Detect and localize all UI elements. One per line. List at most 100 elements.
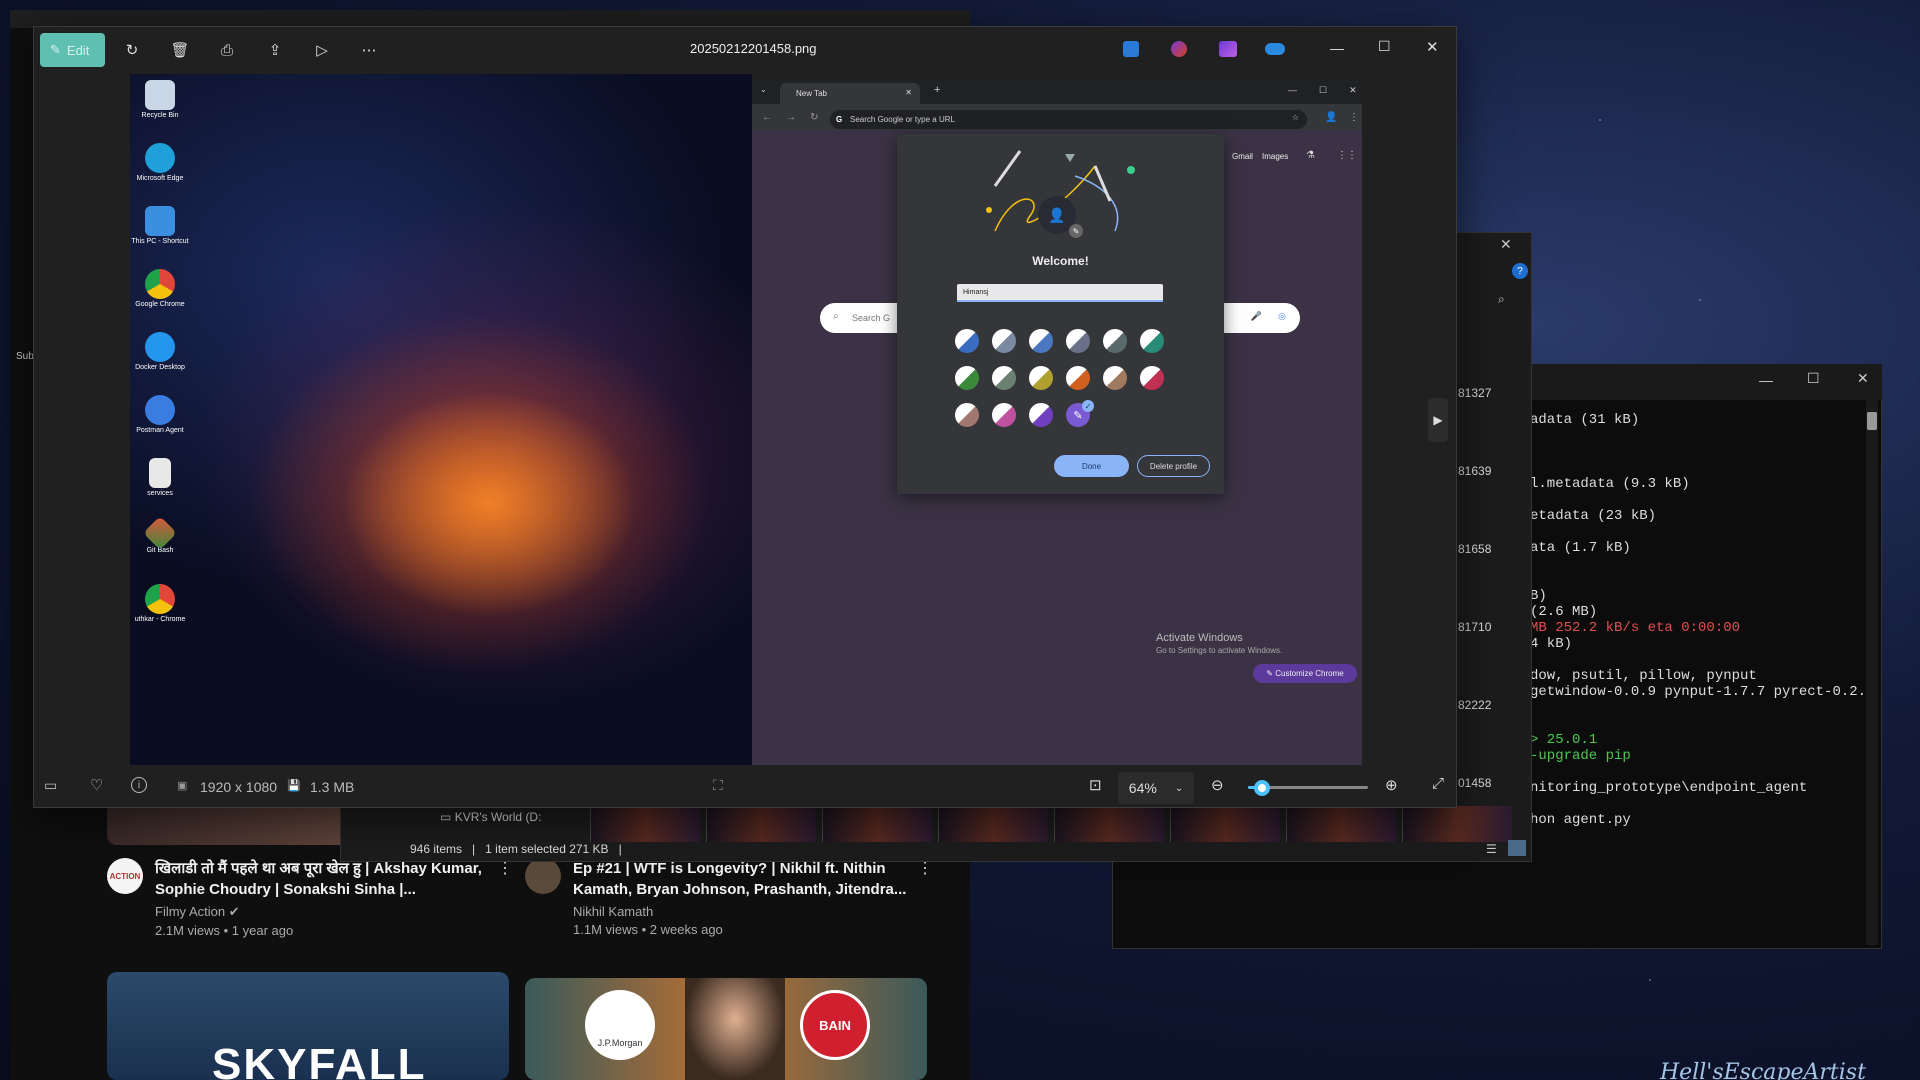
desktop-icon[interactable]: services: [130, 458, 190, 498]
explorer-help-icon[interactable]: ?: [1512, 263, 1528, 279]
more-button[interactable]: ⋯: [353, 34, 385, 66]
delete-button[interactable]: 🗑: [164, 34, 196, 66]
edit-avatar-icon[interactable]: ✎: [1069, 224, 1083, 238]
desktop-icon[interactable]: Postman Agent: [130, 395, 190, 435]
chrome-menu-icon[interactable]: ⋮: [1349, 112, 1359, 123]
info-icon[interactable]: i: [131, 777, 147, 793]
gmail-link[interactable]: Gmail: [1232, 152, 1253, 161]
desktop-icon[interactable]: Google Chrome: [130, 269, 190, 309]
edit-button[interactable]: ✎ Edit: [40, 33, 105, 67]
color-swatch[interactable]: [1103, 366, 1127, 390]
done-button[interactable]: Done: [1054, 455, 1129, 477]
video-thumbnail[interactable]: J.P.Morgan BAIN: [525, 978, 927, 1080]
terminal-line: MB 252.2 kB/s eta 0:00:00: [1530, 620, 1741, 636]
color-swatch[interactable]: [955, 329, 979, 353]
zoom-out-icon[interactable]: ⊖: [1211, 776, 1224, 794]
fullscreen-icon[interactable]: ⤢: [1432, 775, 1444, 792]
maximize-icon[interactable]: ☐: [1807, 370, 1820, 387]
desktop-icon[interactable]: Microsoft Edge: [130, 143, 190, 183]
color-swatch[interactable]: [1103, 329, 1127, 353]
color-swatch[interactable]: [1140, 329, 1164, 353]
video-channel[interactable]: Nikhil Kamath: [573, 904, 913, 919]
desktop-icon[interactable]: Git Bash: [130, 516, 190, 555]
minimize-icon[interactable]: —: [1330, 40, 1344, 56]
onedrive-icon[interactable]: [1265, 43, 1285, 55]
color-swatch[interactable]: [1066, 366, 1090, 390]
youtube-sidebar-label[interactable]: Sub: [16, 351, 34, 362]
rotate-button[interactable]: ↻: [116, 34, 148, 66]
explorer-drive-item[interactable]: ▭ KVR's World (D:: [440, 810, 541, 824]
desktop-icon[interactable]: uthkar - Chrome: [130, 584, 190, 624]
reload-icon[interactable]: ↻: [810, 112, 818, 123]
mic-icon[interactable]: 🎤: [1251, 311, 1262, 322]
desktop-icon[interactable]: Recycle Bin: [130, 80, 190, 120]
print-button[interactable]: ⎙: [211, 34, 243, 66]
zoom-level-dropdown[interactable]: 64% ⌄: [1118, 772, 1194, 804]
color-swatch[interactable]: [1140, 366, 1164, 390]
details-view-icon[interactable]: ☰: [1486, 842, 1497, 856]
customize-chrome-button[interactable]: ✎ Customize Chrome: [1253, 664, 1357, 683]
delete-profile-button[interactable]: Delete profile: [1137, 455, 1210, 477]
images-link[interactable]: Images: [1262, 152, 1288, 161]
video-title[interactable]: Ep #21 | WTF is Longevity? | Nikhil ft. …: [573, 858, 913, 900]
share-button[interactable]: ⇪: [259, 34, 291, 66]
color-swatch[interactable]: [992, 366, 1016, 390]
clipchamp-icon[interactable]: [1171, 41, 1187, 57]
maximize-icon[interactable]: ☐: [1378, 38, 1391, 55]
video-title[interactable]: खिलाडी तो मैं पहले था अब पूरा खेल हु | A…: [155, 858, 495, 900]
minimize-icon[interactable]: —: [1288, 85, 1297, 96]
slideshow-icon: ▷: [316, 42, 328, 59]
color-swatch[interactable]: [1029, 329, 1053, 353]
color-swatch[interactable]: [955, 366, 979, 390]
profile-name-field[interactable]: Himansj: [957, 284, 1163, 302]
edit-with-app-icon[interactable]: [1123, 41, 1139, 57]
selection-info: 1 item selected 271 KB: [485, 842, 609, 856]
designer-icon[interactable]: [1219, 41, 1237, 57]
recycle-bin-icon: [145, 80, 175, 110]
bookmark-star-icon[interactable]: ☆: [1292, 113, 1299, 122]
lens-icon[interactable]: ◎: [1278, 311, 1286, 322]
maximize-icon[interactable]: ☐: [1319, 85, 1327, 96]
apps-grid-icon[interactable]: ⋮⋮: [1337, 150, 1357, 161]
next-image-button[interactable]: ▶: [1428, 398, 1448, 442]
minimize-icon[interactable]: —: [1759, 372, 1773, 388]
terminal-line: getwindow-0.0.9 pynput-1.7.7 pyrect-0.2.…: [1530, 684, 1875, 700]
nav-buttons: ← → ↻: [762, 112, 818, 123]
large-icons-view-icon[interactable]: [1508, 840, 1526, 856]
video-channel[interactable]: Filmy Action ✔: [155, 904, 495, 920]
channel-avatar[interactable]: ACTION: [107, 858, 143, 894]
forward-icon[interactable]: →: [786, 112, 796, 123]
visual-search-icon[interactable]: ⛶: [713, 777, 723, 794]
back-icon[interactable]: ←: [762, 112, 772, 123]
close-icon[interactable]: ✕: [1349, 85, 1357, 96]
close-icon[interactable]: ✕: [1857, 370, 1869, 387]
color-swatch[interactable]: [1029, 403, 1053, 427]
explorer-search-icon[interactable]: ⌕: [1498, 292, 1505, 307]
color-swatch[interactable]: [992, 403, 1016, 427]
color-swatch[interactable]: [1066, 329, 1090, 353]
desktop-icon[interactable]: Docker Desktop: [130, 332, 190, 372]
close-icon[interactable]: ✕: [1426, 38, 1439, 56]
address-bar[interactable]: G Search Google or type a URL ☆: [830, 110, 1307, 129]
profile-icon[interactable]: 👤: [1325, 112, 1337, 123]
new-tab-icon[interactable]: +: [934, 84, 940, 96]
git-icon: [143, 516, 177, 550]
labs-icon[interactable]: ⚗: [1306, 150, 1315, 161]
color-swatch[interactable]: [1029, 366, 1053, 390]
terminal-scrollbar[interactable]: [1866, 400, 1878, 945]
channel-avatar[interactable]: [525, 858, 561, 894]
slideshow-button[interactable]: ▷: [306, 34, 338, 66]
color-swatch[interactable]: [992, 329, 1016, 353]
file-size: 1.3 MB: [310, 779, 355, 795]
video-thumbnail[interactable]: SKYFALL: [107, 972, 509, 1080]
tab-search-icon[interactable]: ⌄: [760, 85, 767, 94]
zoom-in-icon[interactable]: ⊕: [1385, 776, 1398, 794]
actual-size-icon[interactable]: ⊡: [1089, 776, 1102, 794]
tab-new-tab[interactable]: New Tab ✕: [780, 83, 920, 104]
color-swatch[interactable]: [955, 403, 979, 427]
filmstrip-toggle-icon[interactable]: ▭: [44, 777, 57, 794]
favorite-heart-icon[interactable]: ♡: [90, 776, 103, 794]
tab-close-icon[interactable]: ✕: [905, 88, 912, 97]
explorer-close-icon[interactable]: ✕: [1500, 236, 1512, 253]
desktop-icon[interactable]: This PC - Shortcut: [130, 206, 190, 246]
